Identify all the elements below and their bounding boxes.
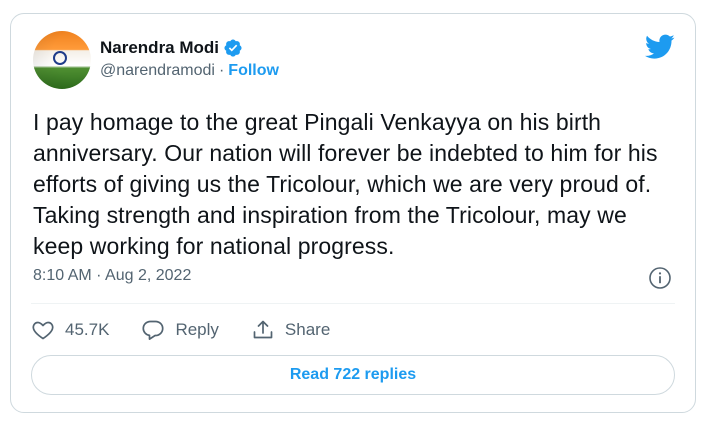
reply-label: Reply — [175, 320, 219, 339]
author-info: Narendra Modi @narendramodi · Follow — [100, 37, 279, 83]
reply-icon — [142, 320, 164, 340]
tweet-timestamp[interactable]: 8:10 AM · Aug 2, 2022 — [33, 267, 191, 285]
share-label: Share — [284, 320, 331, 339]
divider — [31, 303, 675, 304]
read-replies-button[interactable]: Read 722 replies — [31, 355, 675, 395]
twitter-bird-icon[interactable] — [645, 34, 675, 60]
tweet-card: Narendra Modi @narendramodi · Follow I p… — [10, 13, 696, 413]
author-handle[interactable]: @narendramodi — [100, 62, 215, 80]
info-icon[interactable] — [648, 266, 672, 290]
follow-link[interactable]: Follow — [228, 62, 279, 80]
like-count: 45.7K — [65, 320, 110, 339]
share-icon — [253, 320, 273, 339]
tweet-actions: 45.7K Reply Share — [31, 318, 362, 342]
reply-button[interactable]: Reply — [141, 318, 219, 342]
like-button[interactable]: 45.7K — [31, 318, 109, 342]
author-display-name[interactable]: Narendra Modi — [100, 38, 219, 58]
tweet-header: Narendra Modi @narendramodi · Follow — [33, 31, 279, 89]
share-button[interactable]: Share — [251, 318, 330, 342]
heart-icon — [32, 321, 54, 340]
verified-badge-icon — [224, 39, 242, 57]
tweet-text: I pay homage to the great Pingali Venkay… — [33, 109, 658, 259]
avatar[interactable] — [33, 31, 91, 89]
separator-dot: · — [218, 62, 225, 79]
